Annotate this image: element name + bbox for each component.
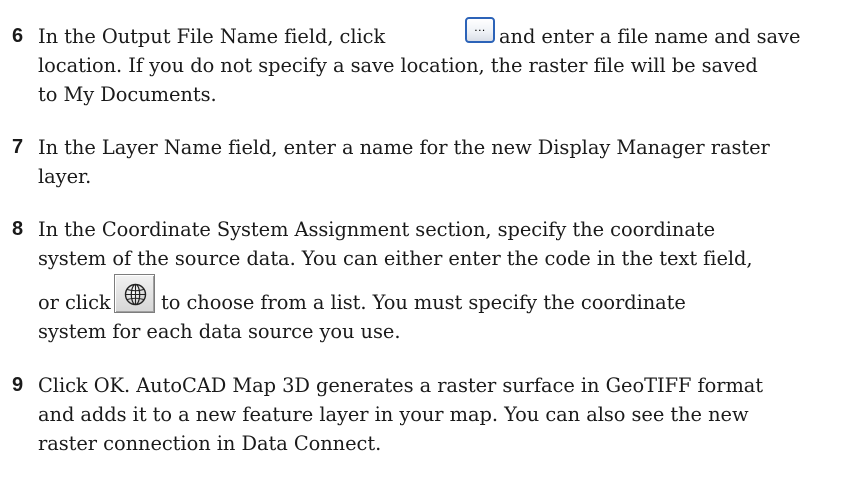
step-text-line: layer.: [38, 165, 92, 188]
step-text: to choose from a list. You must specify …: [161, 291, 686, 314]
step-number: 8: [12, 218, 24, 240]
step-number: 9: [12, 374, 24, 396]
globe-icon: [124, 283, 147, 306]
step-text-line: In the Layer Name field, enter a name fo…: [38, 136, 770, 159]
step-text: or click: [38, 291, 111, 314]
step-text: In the Output File Name field, click: [38, 25, 386, 48]
step-text-line: raster connection in Data Connect.: [38, 432, 382, 455]
step-text-line: system for each data source you use.: [38, 320, 401, 343]
step-text-line: and adds it to a new feature layer in yo…: [38, 403, 749, 426]
step-text-line: In the Output File Name field, click: [38, 22, 385, 51]
step-text-line: and enter a file name and save: [499, 22, 800, 51]
browse-button[interactable]: ...: [465, 17, 495, 43]
step-text-line: location. If you do not specify a save l…: [38, 54, 758, 77]
step-text-line: In the Coordinate System Assignment sect…: [38, 218, 716, 241]
coordinate-system-button[interactable]: [114, 274, 155, 313]
step-number: 6: [12, 25, 24, 47]
step-text-line: to choose from a list. You must specify …: [161, 288, 686, 317]
step-text-line: Click OK. AutoCAD Map 3D generates a ras…: [38, 374, 764, 397]
step-text-line: or click: [38, 288, 111, 317]
step-number: 7: [12, 136, 24, 158]
step-text: and enter a file name and save: [499, 25, 801, 48]
step-text-line: system of the source data. You can eithe…: [38, 247, 753, 270]
step-text-line: to My Documents.: [38, 83, 217, 106]
ellipsis-browse-icon: ...: [474, 20, 486, 34]
